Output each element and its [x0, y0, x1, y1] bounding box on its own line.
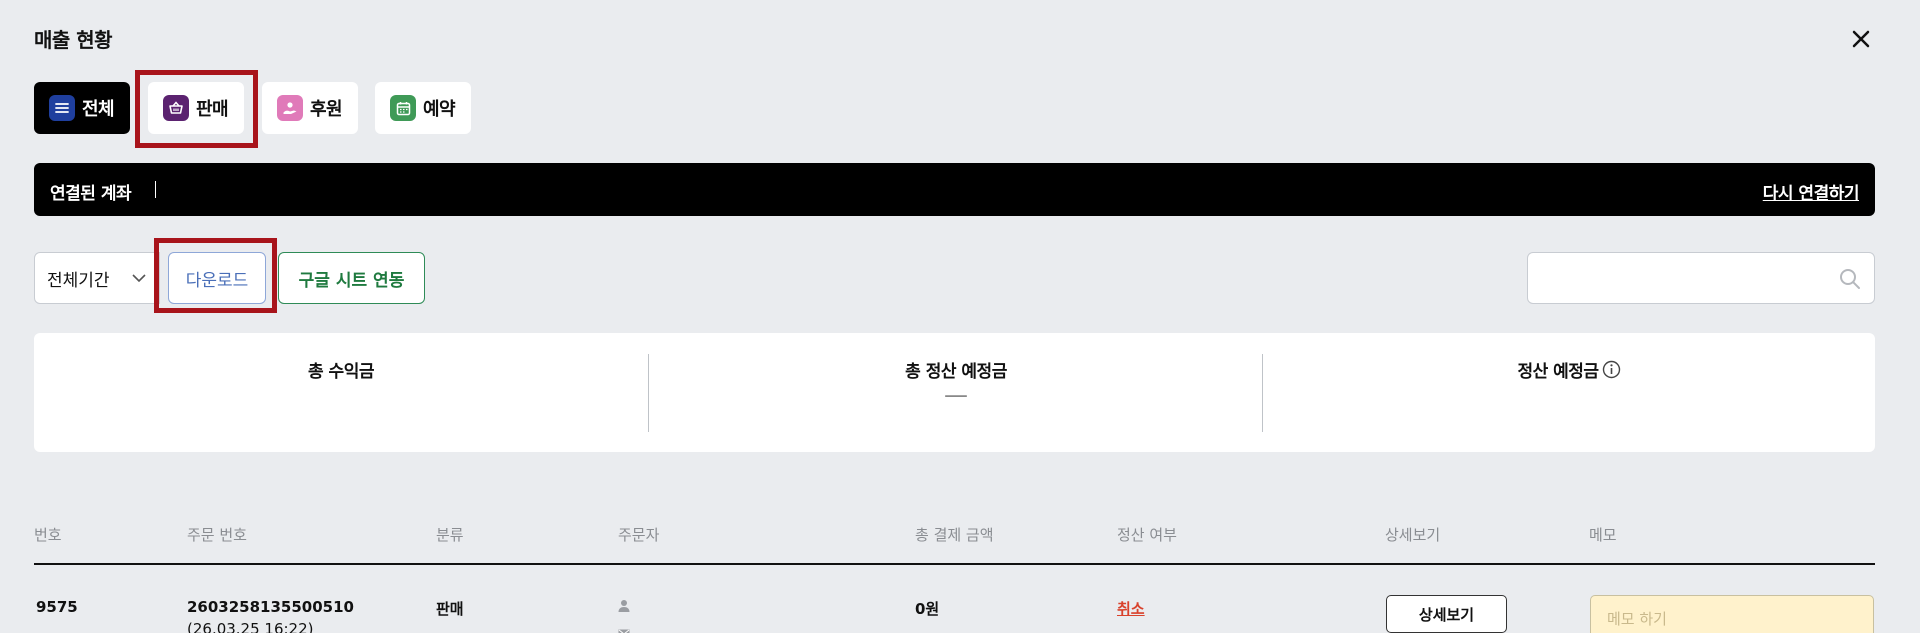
tab-donation[interactable]: 후원: [262, 82, 358, 134]
info-icon[interactable]: [1602, 360, 1621, 384]
period-select[interactable]: 전체기간: [34, 252, 160, 304]
status-cancel-link[interactable]: 취소: [1117, 598, 1145, 619]
close-button[interactable]: [1846, 24, 1876, 54]
summary-panel: 총 수익금 총 정산 예정금 — 정산 예정금: [34, 333, 1875, 452]
category: 판매: [436, 600, 464, 618]
google-sheet-sync-button[interactable]: 구글 시트 연동: [278, 252, 425, 304]
basket-icon: [163, 95, 189, 121]
tab-label: 후원: [310, 99, 343, 120]
row-number: 9575: [36, 598, 78, 616]
table-header: 번호 주문 번호 분류 주문자 총 결제 금액 정산 여부 상세보기 메모: [34, 520, 1875, 565]
linked-account-label: 연결된 계좌: [50, 184, 132, 204]
settlement-expected-label: 정산 예정금: [1517, 362, 1599, 382]
tab-label: 예약: [423, 99, 456, 120]
column-header-order-no: 주문 번호: [187, 526, 247, 544]
total-revenue-label: 총 수익금: [308, 362, 374, 382]
detail-button[interactable]: 상세보기: [1386, 595, 1507, 633]
mail-icon: [618, 624, 630, 633]
settlement-expected: 정산 예정금: [1263, 333, 1875, 452]
column-header-category: 분류: [436, 526, 464, 544]
order-date: (26.03.25 16:22): [187, 620, 314, 633]
close-icon: [1852, 30, 1870, 48]
table-row: 9575 2603258135500510 (26.03.25 16:22) 판…: [34, 566, 1875, 633]
tab-sales[interactable]: 판매: [148, 82, 244, 134]
search-input[interactable]: [1540, 253, 1830, 301]
memo-input[interactable]: [1591, 596, 1873, 633]
list-icon: [49, 95, 75, 121]
period-select-value: 전체기간: [47, 270, 110, 291]
chevron-down-icon: [132, 274, 146, 283]
total-settlement-label: 총 정산 예정금: [905, 362, 1007, 382]
download-button[interactable]: 다운로드: [168, 252, 266, 304]
column-header-detail: 상세보기: [1385, 526, 1441, 544]
settlement-expected-heading: 정산 예정금: [1263, 357, 1875, 384]
total-settlement: 총 정산 예정금 —: [649, 333, 1263, 452]
tab-label: 판매: [196, 99, 229, 120]
page-title: 매출 현황: [34, 28, 113, 52]
total-amount: 0원: [915, 600, 940, 618]
calendar-icon: [390, 95, 416, 121]
user-icon: [618, 598, 630, 617]
column-header-total: 총 결제 금액: [915, 526, 994, 544]
linked-account-bar: 연결된 계좌 다시 연결하기: [34, 163, 1875, 216]
column-header-no: 번호: [34, 526, 62, 544]
divider: [155, 181, 156, 198]
column-header-status: 정산 여부: [1117, 526, 1177, 544]
tab-label: 전체: [82, 99, 115, 120]
total-settlement-value: —: [944, 381, 968, 409]
search-icon[interactable]: [1838, 267, 1862, 291]
tab-all[interactable]: 전체: [34, 82, 130, 134]
search-box: [1527, 252, 1875, 304]
column-header-memo: 메모: [1589, 526, 1617, 544]
column-header-customer: 주문자: [618, 526, 660, 544]
order-number: 2603258135500510: [187, 598, 354, 616]
tab-reservation[interactable]: 예약: [375, 82, 471, 134]
total-revenue: 총 수익금: [34, 333, 648, 452]
donate-hand-icon: [277, 95, 303, 121]
reconnect-link[interactable]: 다시 연결하기: [1763, 179, 1860, 204]
memo-box: [1590, 595, 1874, 633]
